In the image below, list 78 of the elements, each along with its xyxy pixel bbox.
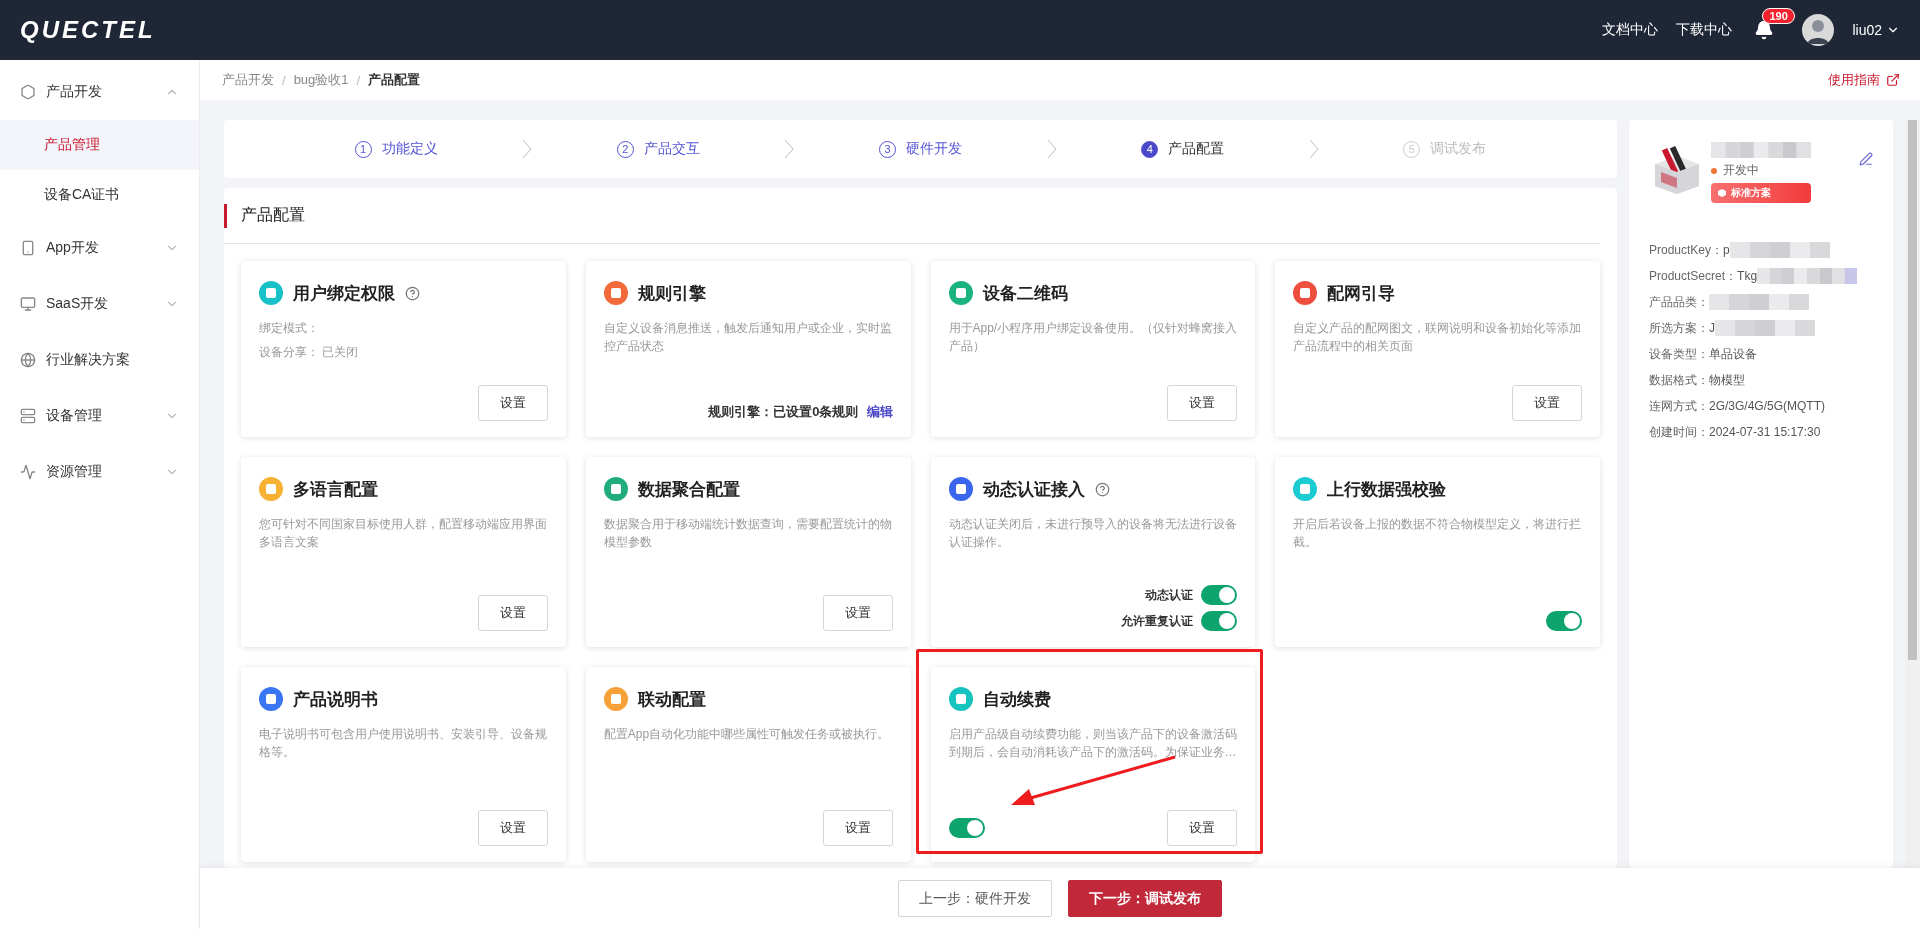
card-description: 电子说明书可包含用户使用说明书、安装引导、设备规格等。 — [259, 726, 548, 761]
breadcrumb-item[interactable]: 产品配置 — [368, 71, 421, 89]
info-label: 数据格式： — [1649, 371, 1709, 389]
card-description: 配置App自动化功能中哪些属性可触发任务或被执行。 — [603, 726, 891, 743]
back-button[interactable]: 上一步：硬件开发 — [898, 880, 1052, 917]
next-button[interactable]: 下一步：调试发布 — [1068, 880, 1222, 917]
user-menu[interactable]: liu02 — [1852, 22, 1900, 38]
info-value: J — [1709, 321, 1715, 335]
switch-label: 允许重复认证 — [1121, 612, 1194, 630]
card-description: 用于App/小程序用户绑定设备使用。（仅针对蜂窝接入产品） — [948, 320, 1238, 355]
sidebar-item[interactable]: App开发 — [0, 220, 199, 276]
step[interactable]: 1 功能定义 — [270, 140, 523, 158]
card-title: 规则引擎 — [637, 282, 706, 305]
info-label: ProductSecret： — [1649, 267, 1738, 285]
info-value: 单品设备 — [1709, 345, 1757, 363]
settings-button[interactable]: 设置 — [822, 810, 893, 846]
sidebar-subitem[interactable]: 设备CA证书 — [0, 170, 199, 220]
rule-count: 规则引擎：已设置0条规则 — [708, 403, 859, 421]
info-label: 创建时间： — [1649, 423, 1709, 441]
sidebar-item[interactable]: SaaS开发 — [0, 276, 199, 332]
header-link[interactable]: 下载中心 — [1676, 21, 1733, 39]
card-description: 自定义设备消息推送，触发后通知用户或企业，实时监控产品状态 — [603, 320, 893, 355]
breadcrumb-separator: / — [356, 72, 361, 88]
sidebar-subitem[interactable]: 产品管理 — [0, 120, 199, 170]
card-description: 数据聚合用于移动端统计数据查询，需要配置统计的物模型参数 — [603, 516, 893, 551]
info-value: 物模型 — [1709, 371, 1745, 389]
card-title: 上行数据强校验 — [1327, 478, 1447, 501]
info-value: 2024-07-31 15:17:30 — [1709, 425, 1821, 439]
info-label: ProductKey： — [1649, 241, 1724, 259]
sidebar-item[interactable]: 资源管理 — [0, 444, 199, 500]
logo[interactable]: QUECTEL — [20, 16, 156, 44]
card-description: 开启后若设备上报的数据不符合物模型定义，将进行拦截。 — [1293, 516, 1582, 551]
info-value: 2G/3G/4G/5G(MQTT) — [1709, 399, 1825, 413]
info-label: 所选方案： — [1649, 319, 1709, 337]
card-title: 用户绑定权限 — [293, 282, 395, 305]
info-value: p — [1723, 243, 1730, 257]
card-description: 绑定模式： — [259, 320, 320, 337]
settings-button[interactable]: 设置 — [1167, 810, 1238, 846]
settings-button[interactable]: 设置 — [822, 595, 893, 631]
settings-button[interactable]: 设置 — [1512, 385, 1582, 421]
info-value: Tkg — [1737, 269, 1758, 283]
sidebar-item[interactable]: 设备管理 — [0, 388, 199, 444]
notification-count: 190 — [1762, 8, 1795, 24]
step[interactable]: 4 产品配置 — [1056, 140, 1309, 158]
card-description: 自定义产品的配网图文，联网说明和设备初始化等添加产品流程中的相关页面 — [1293, 320, 1582, 355]
breadcrumb-item[interactable]: 产品开发 — [222, 71, 274, 89]
card-description: 启用产品级自动续费功能，则当该产品下的设备激活码到期后，会自动消耗该产品下的激活码。为保证业务… — [948, 726, 1238, 761]
card-title: 产品说明书 — [293, 688, 378, 711]
product-status: 开发中 — [1711, 162, 1811, 179]
plan-badge: 标准方案 — [1711, 183, 1811, 203]
card-description: 设备分享： 已关闭 — [259, 344, 360, 361]
card-title: 设备二维码 — [982, 282, 1068, 305]
edit-link[interactable]: 编辑 — [866, 403, 893, 421]
settings-button[interactable]: 设置 — [477, 385, 548, 421]
settings-button[interactable]: 设置 — [477, 810, 548, 846]
sidebar-item[interactable]: 行业解决方案 — [0, 332, 199, 388]
step[interactable]: 3 硬件开发 — [794, 140, 1047, 158]
card-title: 多语言配置 — [293, 478, 378, 501]
switch-label: 动态认证 — [1145, 586, 1194, 604]
info-label: 连网方式： — [1649, 397, 1709, 415]
guide-link[interactable]: 使用指南 — [1828, 71, 1900, 89]
settings-button[interactable]: 设置 — [477, 595, 548, 631]
sidebar-item[interactable]: 产品开发 — [0, 64, 199, 120]
card-title: 自动续费 — [982, 688, 1051, 711]
settings-button[interactable]: 设置 — [1167, 385, 1238, 421]
card-title: 动态认证接入 — [982, 478, 1085, 501]
section-title: 产品配置 — [241, 205, 305, 225]
breadcrumb-item[interactable]: bug验收1 — [293, 71, 349, 89]
card-description: 动态认证关闭后，未进行预导入的设备将无法进行设备认证操作。 — [948, 516, 1238, 551]
card-title: 数据聚合配置 — [637, 478, 740, 501]
info-label: 产品品类： — [1649, 293, 1709, 311]
card-description: 您可针对不同国家目标使用人群，配置移动端应用界面多语言文案 — [259, 516, 548, 551]
card-title: 联动配置 — [637, 688, 706, 711]
breadcrumb-separator: / — [282, 72, 286, 88]
card-title: 配网引导 — [1327, 282, 1396, 305]
info-label: 设备类型： — [1649, 345, 1709, 363]
header-link[interactable]: 文档中心 — [1602, 21, 1659, 39]
step[interactable]: 2 产品交互 — [532, 140, 785, 158]
